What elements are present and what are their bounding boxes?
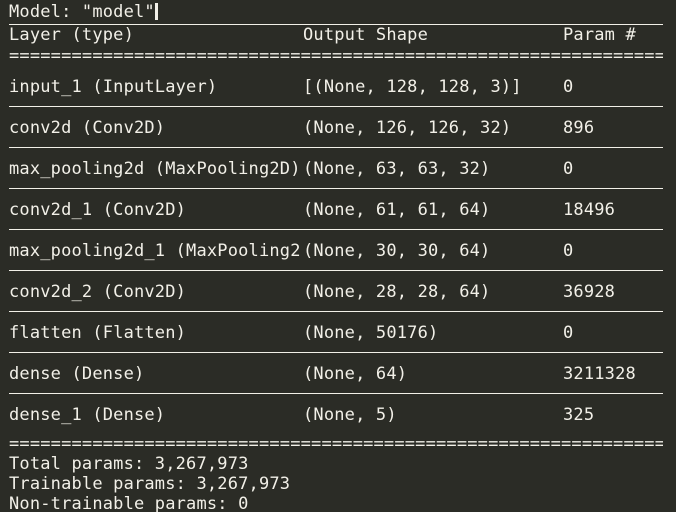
model-summary-output: Model: "model" Layer (type) Output Shape… — [0, 0, 676, 512]
cell-layer-type: max_pooling2d_1 (MaxPooling2 — [9, 241, 301, 261]
cell-param-count: 0 — [563, 77, 574, 97]
separator-equals-bottom: ========================================… — [9, 434, 663, 454]
cell-layer-type: conv2d_1 (Conv2D) — [9, 200, 187, 220]
cell-param-count: 896 — [563, 118, 595, 138]
header-output-shape: Output Shape — [303, 25, 428, 45]
cell-output-shape: (None, 61, 61, 64) — [303, 200, 491, 220]
cell-output-shape: (None, 30, 30, 64) — [303, 241, 491, 261]
totals-block: Total params: 3,267,973 Trainable params… — [0, 454, 676, 512]
non-trainable-params-line: Non-trainable params: 0 — [9, 494, 249, 512]
cell-output-shape: (None, 28, 28, 64) — [303, 282, 491, 302]
table-row: flatten (Flatten) (None, 50176) 0 — [0, 312, 676, 352]
table-row: dense (Dense) (None, 64) 3211328 — [0, 353, 676, 393]
cell-layer-type: conv2d (Conv2D) — [9, 118, 166, 138]
cell-output-shape: (None, 50176) — [303, 323, 439, 343]
table-row: conv2d_2 (Conv2D) (None, 28, 28, 64) 369… — [0, 271, 676, 311]
table-row: conv2d_1 (Conv2D) (None, 61, 61, 64) 184… — [0, 189, 676, 229]
table-row: max_pooling2d (MaxPooling2D) (None, 63, … — [0, 148, 676, 188]
text-cursor — [154, 3, 158, 20]
cell-param-count: 36928 — [563, 282, 616, 302]
cell-output-shape: (None, 64) — [303, 364, 408, 384]
cell-layer-type: input_1 (InputLayer) — [9, 77, 218, 97]
cell-output-shape: (None, 5) — [303, 405, 397, 425]
cell-output-shape: (None, 126, 126, 32) — [303, 118, 512, 138]
cell-layer-type: dense_1 (Dense) — [9, 405, 166, 425]
table-row: dense_1 (Dense) (None, 5) 325 — [0, 394, 676, 434]
cell-layer-type: max_pooling2d (MaxPooling2D) — [9, 159, 301, 179]
cell-param-count: 0 — [563, 159, 574, 179]
cell-layer-type: dense (Dense) — [9, 364, 145, 384]
cell-param-count: 0 — [563, 241, 574, 261]
cell-param-count: 18496 — [563, 200, 616, 220]
cell-param-count: 3211328 — [563, 364, 636, 384]
cell-output-shape: [(None, 128, 128, 3)] — [303, 77, 522, 97]
terminal-screen: Model: "model" Layer (type) Output Shape… — [0, 0, 676, 512]
separator-equals-top: ========================================… — [9, 46, 663, 66]
trainable-params-line: Trainable params: 3,267,973 — [9, 474, 291, 494]
table-row: conv2d (Conv2D) (None, 126, 126, 32) 896 — [0, 107, 676, 147]
table-row: input_1 (InputLayer) [(None, 128, 128, 3… — [0, 66, 676, 106]
cell-output-shape: (None, 63, 63, 32) — [303, 159, 491, 179]
model-title-text: Model: "model" — [9, 2, 155, 22]
total-params-line: Total params: 3,267,973 — [9, 454, 249, 474]
header-param-count: Param # — [563, 25, 636, 45]
cell-layer-type: conv2d_2 (Conv2D) — [9, 282, 187, 302]
model-title-line: Model: "model" — [0, 2, 676, 24]
header-layer-type: Layer (type) — [9, 25, 134, 45]
cell-layer-type: flatten (Flatten) — [9, 323, 187, 343]
cell-param-count: 0 — [563, 323, 574, 343]
cell-param-count: 325 — [563, 405, 595, 425]
table-header-row: Layer (type) Output Shape Param # — [0, 25, 676, 46]
table-row: max_pooling2d_1 (MaxPooling2 (None, 30, … — [0, 230, 676, 270]
